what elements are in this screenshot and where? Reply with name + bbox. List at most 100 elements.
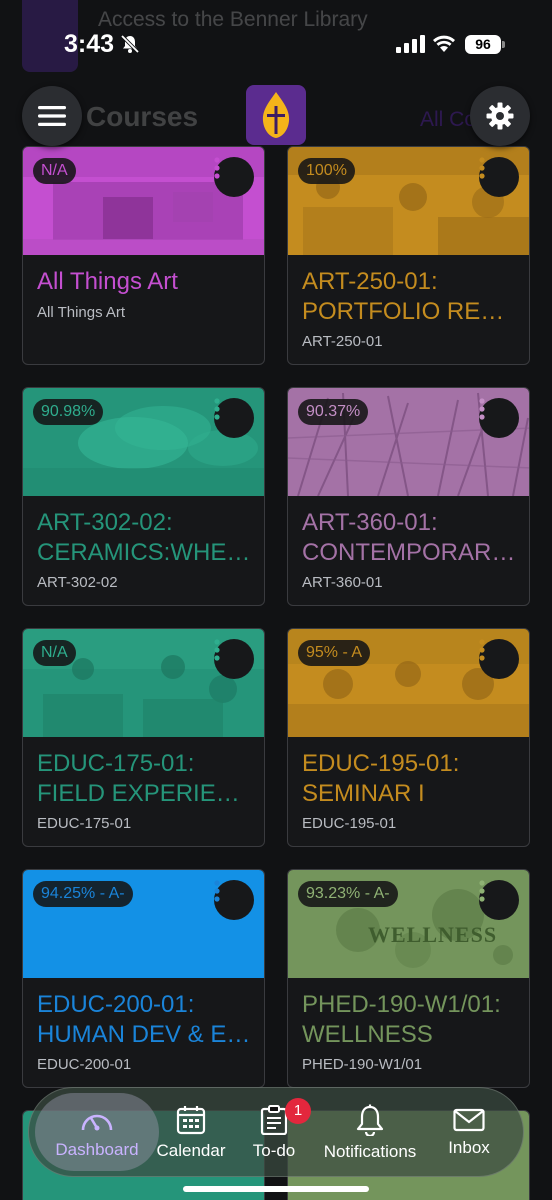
bottom-navigation: Dashboard Calendar To-do 1 Notifications…: [28, 1087, 524, 1177]
nav-inbox[interactable]: Inbox: [433, 1088, 505, 1178]
gear-icon: [486, 102, 514, 130]
course-options-button[interactable]: [214, 157, 254, 197]
course-code: ART-250-01: [302, 333, 383, 350]
flame-cross-icon: [262, 92, 290, 138]
kebab-icon: [479, 398, 485, 420]
school-logo: [246, 85, 306, 145]
nav-todo-label: To-do: [252, 1141, 296, 1160]
course-image: 94.25% - A-: [23, 870, 264, 978]
envelope-icon: [453, 1108, 485, 1132]
course-card[interactable]: 100% ART-250-01: PORTFOLIO REV… ART-250-…: [287, 146, 530, 365]
grade-badge: 90.98%: [33, 399, 104, 425]
course-title-line1: ART-360-01:: [302, 509, 438, 536]
grade-badge: 90.37%: [298, 399, 369, 425]
course-image: WELLNESS 93.23% - A-: [288, 870, 529, 978]
grade-badge: 94.25% - A-: [33, 881, 133, 907]
course-title[interactable]: All Things Art: [37, 267, 255, 297]
course-card[interactable]: WELLNESS 93.23% - A- PHED-190-W1/01: WEL…: [287, 869, 530, 1088]
course-title-line2: WELLNESS: [302, 1021, 433, 1048]
course-options-button[interactable]: [479, 880, 519, 920]
course-code: EDUC-200-01: [37, 1056, 132, 1073]
course-title[interactable]: EDUC-195-01: SEMINAR I: [302, 749, 520, 809]
course-image: N/A: [23, 629, 264, 737]
courses-heading: Courses: [86, 101, 199, 132]
course-title-line2: CONTEMPORAR…: [302, 539, 516, 566]
hamburger-icon: [38, 106, 66, 126]
course-options-button[interactable]: [214, 880, 254, 920]
nav-calendar[interactable]: Calendar: [153, 1088, 229, 1178]
course-title-line1: EDUC-195-01:: [302, 750, 460, 777]
nav-notifications-label: Notifications: [323, 1142, 417, 1161]
wellness-image-text: WELLNESS: [368, 922, 498, 947]
bell-icon: [356, 1104, 384, 1136]
calendar-icon: [176, 1106, 206, 1135]
course-title-line1: ART-250-01:: [302, 268, 438, 295]
course-card[interactable]: N/A All Things Art All Things Art: [22, 146, 265, 365]
battery-indicator: 96: [465, 35, 505, 54]
kebab-icon: [214, 157, 220, 179]
kebab-icon: [214, 398, 220, 420]
course-card[interactable]: N/A EDUC-175-01: FIELD EXPERIEN… EDUC-17…: [22, 628, 265, 847]
course-title[interactable]: EDUC-175-01: FIELD EXPERIEN…: [37, 749, 255, 809]
course-title[interactable]: PHED-190-W1/01: WELLNESS: [302, 990, 520, 1050]
kebab-icon: [479, 157, 485, 179]
course-card[interactable]: 90.37% ART-360-01: CONTEMPORAR… ART-360-…: [287, 387, 530, 606]
nav-dashboard-label: Dashboard: [55, 1140, 139, 1159]
course-card[interactable]: 90.98% ART-302-02: CERAMICS:WHE… ART-302…: [22, 387, 265, 606]
course-title[interactable]: ART-250-01: PORTFOLIO REV…: [302, 267, 520, 327]
kebab-icon: [214, 880, 220, 902]
course-options-button[interactable]: [479, 639, 519, 679]
course-title-line1: All Things Art: [37, 268, 178, 295]
grade-badge: 95% - A: [298, 640, 371, 666]
course-card[interactable]: 94.25% - A- EDUC-200-01: HUMAN DEV & E… …: [22, 869, 265, 1088]
course-title[interactable]: ART-360-01: CONTEMPORAR…: [302, 508, 520, 568]
grade-badge: N/A: [33, 158, 76, 184]
course-options-button[interactable]: [479, 157, 519, 197]
course-options-button[interactable]: [214, 398, 254, 438]
course-code: All Things Art: [37, 304, 126, 321]
course-card[interactable]: 95% - A EDUC-195-01: SEMINAR I EDUC-195-…: [287, 628, 530, 847]
cellular-signal-icon: [396, 35, 425, 53]
course-code: ART-302-02: [37, 574, 118, 591]
course-title-line1: EDUC-200-01:: [37, 991, 195, 1018]
kebab-icon: [479, 639, 485, 661]
course-title-line2: SEMINAR I: [302, 780, 425, 807]
kebab-icon: [479, 880, 485, 902]
app-screen: Access to the Benner Library Courses All…: [0, 0, 552, 1200]
course-image: 100%: [288, 147, 529, 255]
course-image: 90.37%: [288, 388, 529, 496]
course-title-line2: CERAMICS:WHE…: [37, 539, 251, 566]
course-title[interactable]: EDUC-200-01: HUMAN DEV & E…: [37, 990, 255, 1050]
course-title[interactable]: ART-302-02: CERAMICS:WHE…: [37, 508, 255, 568]
todo-clipboard-icon: [260, 1105, 288, 1135]
nav-dashboard[interactable]: Dashboard: [49, 1088, 145, 1178]
status-bar: 3:43 96: [0, 0, 552, 80]
nav-inbox-label: Inbox: [448, 1138, 490, 1157]
course-code: PHED-190-W1/01: [302, 1056, 423, 1073]
wifi-icon: [433, 35, 455, 52]
course-title-line1: ART-302-02:: [37, 509, 173, 536]
nav-notifications[interactable]: Notifications: [319, 1088, 421, 1178]
home-indicator: [183, 1186, 369, 1192]
course-image: N/A: [23, 147, 264, 255]
kebab-icon: [214, 639, 220, 661]
dashboard-icon: [81, 1114, 113, 1131]
bell-off-icon: [120, 34, 140, 54]
course-options-button[interactable]: [479, 398, 519, 438]
course-options-button[interactable]: [214, 639, 254, 679]
course-code: EDUC-195-01: [302, 815, 397, 832]
course-code: EDUC-175-01: [37, 815, 132, 832]
course-title-line2: FIELD EXPERIEN…: [37, 780, 255, 807]
menu-button[interactable]: [22, 86, 82, 146]
nav-calendar-label: Calendar: [156, 1141, 226, 1160]
course-title-line2: HUMAN DEV & E…: [37, 1021, 251, 1048]
course-title-line1: EDUC-175-01:: [37, 750, 195, 777]
status-time: 3:43: [64, 30, 115, 58]
grade-badge: 93.23% - A-: [298, 881, 398, 907]
course-title-line2: PORTFOLIO REV…: [302, 298, 520, 325]
settings-button[interactable]: [470, 86, 530, 146]
todo-count-badge: 1: [285, 1098, 311, 1124]
grade-badge: N/A: [33, 640, 76, 666]
course-image: 95% - A: [288, 629, 529, 737]
grade-badge: 100%: [298, 158, 355, 184]
